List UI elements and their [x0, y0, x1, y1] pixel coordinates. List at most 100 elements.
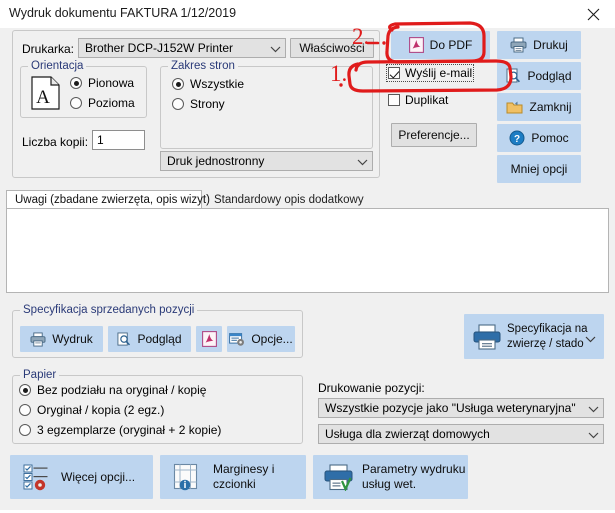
preferences-label: Preferencje... — [398, 128, 470, 142]
orientation-page-icon: A — [31, 76, 60, 110]
copies-input[interactable]: 1 — [92, 130, 145, 150]
vet-print-params-line1: Parametry wydruku — [362, 462, 466, 476]
sold-items-preview-button[interactable]: Podgląd — [108, 326, 191, 352]
more-options-line1: Więcej opcji... — [61, 469, 136, 484]
sold-items-print-label: Wydruk — [52, 332, 93, 346]
orientation-landscape-label: Pozioma — [88, 96, 135, 110]
position-printing-select-2-value: Usługa dla zwierząt domowych — [325, 427, 490, 441]
printer-icon — [473, 323, 501, 350]
wyslij-email-label: Wyślij e-mail — [405, 66, 473, 80]
position-printing-select-2[interactable]: Usługa dla zwierząt domowych — [318, 424, 604, 444]
vet-print-params-label-block: Parametry wydruku usług wet. — [362, 462, 465, 492]
help-label: Pomoc — [531, 131, 569, 145]
svg-text:A: A — [36, 87, 50, 108]
tab-uwagi[interactable]: Uwagi (zbadane zwierzęta, opis wizyt) — [6, 190, 210, 209]
orientation-legend: Orientacja — [28, 60, 87, 72]
radio-dot-icon — [19, 424, 31, 436]
printer-label: Drukarka: — [22, 42, 75, 56]
notes-tabstrip: Uwagi (zbadane zwierzęta, opis wizyt) St… — [6, 190, 609, 209]
margins-fonts-label-block: Marginesy i czcionki — [213, 462, 274, 492]
orientation-portrait-radio[interactable]: Pionowa — [70, 76, 134, 90]
printer-properties-button[interactable]: Właściwości — [290, 38, 374, 58]
paper-option-nosplit-radio[interactable]: Bez podziału na oryginał / kopię — [19, 383, 206, 397]
close-dialog-button[interactable]: Zamknij — [497, 93, 581, 121]
print-dialog: Wydruk dokumentu FAKTURA 1/12/2019 Druka… — [0, 0, 615, 510]
paper-option-three-copies-label: 3 egzemplarze (oryginał + 2 kopie) — [37, 423, 222, 437]
vet-print-params-button[interactable]: Parametry wydruku usług wet. — [313, 455, 468, 499]
preview-button[interactable]: Podgląd — [497, 62, 581, 90]
sold-items-options-button[interactable]: Opcje... — [227, 326, 295, 352]
printer-check-icon — [324, 463, 354, 491]
printer-icon — [30, 331, 46, 347]
preferences-button[interactable]: Preferencje... — [391, 123, 477, 147]
print-button[interactable]: Drukuj — [497, 31, 581, 59]
folder-open-icon — [506, 100, 523, 115]
margins-fonts-line2: czcionki — [213, 477, 256, 491]
help-button[interactable]: ? Pomoc — [497, 124, 581, 152]
duplikat-label: Duplikat — [405, 93, 449, 107]
paper-option-original-copy-label: Oryginał / kopia (2 egz.) — [37, 403, 165, 417]
chevron-down-icon[interactable] — [585, 332, 596, 346]
less-options-button[interactable]: Mniej opcji — [497, 155, 581, 183]
margins-fonts-line1: Marginesy i — [213, 462, 275, 476]
printer-select[interactable]: Brother DCP-J152W Printer — [78, 38, 286, 58]
radio-dot-icon — [19, 404, 31, 416]
preview-magnifier-icon — [506, 68, 521, 84]
close-dialog-label: Zamknij — [529, 100, 572, 114]
animal-spec-line1: Specyfikacja na — [507, 323, 588, 336]
animal-spec-line2: zwierzę / stado — [507, 337, 584, 350]
tab-standardowy-opis-label: Standardowy opis dodatkowy — [214, 193, 364, 206]
close-icon[interactable] — [571, 0, 615, 28]
sold-items-options-label: Opcje... — [251, 332, 293, 346]
tab-uwagi-label: Uwagi (zbadane zwierzęta, opis wizyt) — [15, 193, 210, 206]
orientation-landscape-radio[interactable]: Pozioma — [70, 96, 135, 110]
preview-magnifier-icon — [117, 332, 131, 347]
radio-dot-icon — [70, 77, 82, 89]
paper-legend: Papier — [20, 369, 60, 381]
wyslij-email-checkbox[interactable]: Wyślij e-mail — [385, 64, 475, 82]
position-printing-select-1[interactable]: Wszystkie pozycje jako "Usługa weterynar… — [318, 398, 604, 418]
notes-textarea[interactable] — [6, 208, 609, 293]
chevron-down-icon — [352, 154, 372, 168]
sold-items-pdf-button[interactable] — [196, 326, 222, 352]
animal-spec-label-block: Specyfikacja na zwierzę / stado — [507, 322, 588, 351]
pdf-icon — [201, 331, 217, 347]
radio-dot-icon — [70, 97, 82, 109]
radio-dot-icon — [19, 384, 31, 396]
checkbox-box-icon — [388, 67, 400, 79]
chevron-down-icon — [265, 41, 285, 55]
position-printing-select-1-value: Wszystkie pozycje jako "Usługa weterynar… — [325, 401, 576, 415]
print-label: Drukuj — [533, 38, 568, 52]
duplex-select[interactable]: Druk jednostronny — [160, 151, 373, 171]
paper-option-original-copy-radio[interactable]: Oryginał / kopia (2 egz.) — [19, 403, 164, 417]
paper-option-three-copies-radio[interactable]: 3 egzemplarze (oryginał + 2 kopie) — [19, 423, 221, 437]
page-range-pages-radio[interactable]: Strony — [172, 97, 225, 111]
do-pdf-button[interactable]: Do PDF — [391, 31, 490, 59]
preview-label: Podgląd — [527, 69, 572, 83]
margins-info-icon — [173, 463, 201, 491]
margins-fonts-button[interactable]: Marginesy i czcionki — [160, 455, 306, 499]
radio-dot-icon — [172, 98, 184, 110]
page-range-pages-label: Strony — [190, 97, 225, 111]
duplikat-checkbox[interactable]: Duplikat — [388, 93, 448, 107]
animal-spec-button[interactable]: Specyfikacja na zwierzę / stado — [464, 314, 604, 359]
more-options-button[interactable]: Więcej opcji... — [10, 455, 153, 499]
vet-print-params-line2: usług wet. — [362, 477, 417, 491]
pdf-icon — [408, 37, 424, 53]
do-pdf-label: Do PDF — [429, 38, 473, 52]
title-bar: Wydruk dokumentu FAKTURA 1/12/2019 — [0, 0, 615, 28]
paper-option-nosplit-label: Bez podziału na oryginał / kopię — [37, 383, 207, 397]
page-range-all-radio[interactable]: Wszystkie — [172, 77, 244, 91]
help-icon: ? — [509, 130, 525, 146]
sold-items-print-button[interactable]: Wydruk — [20, 326, 103, 352]
position-printing-label: Drukowanie pozycji: — [318, 381, 425, 395]
copies-label-text: Liczba kopii: — [22, 135, 89, 149]
sold-items-legend: Specyfikacja sprzedanych pozycji — [20, 304, 198, 316]
radio-dot-icon — [172, 78, 184, 90]
chevron-down-icon — [583, 427, 603, 441]
sold-items-preview-label: Podgląd — [137, 332, 182, 346]
tab-standardowy-opis[interactable]: Standardowy opis dodatkowy — [206, 190, 378, 209]
printer-select-value: Brother DCP-J152W Printer — [85, 41, 234, 55]
window-title: Wydruk dokumentu FAKTURA 1/12/2019 — [9, 6, 237, 20]
copies-label: Liczba kopii: — [22, 135, 88, 149]
